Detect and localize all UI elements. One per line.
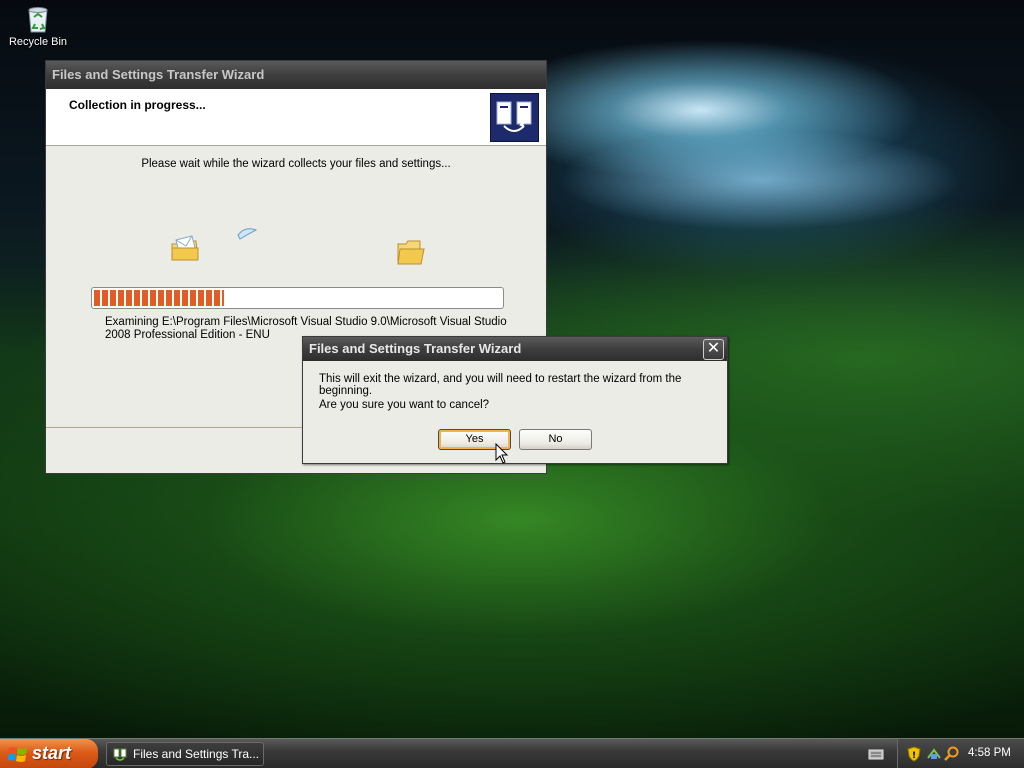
recycle-bin-icon [22,2,54,34]
wizard-app-icon [113,747,127,761]
windows-flag-icon [7,745,28,763]
taskbar: start Files and Settings Tra... ! 4:58 P… [0,738,1024,768]
start-label: start [32,743,72,763]
wizard-heading: Collection in progress... [69,98,206,112]
network-icon[interactable] [926,746,942,762]
transfer-wizard-logo-icon [490,93,539,142]
cancel-confirm-dialog: Files and Settings Transfer Wizard ✕ Thi… [302,336,728,464]
mouse-pointer-icon [495,442,509,465]
taskbar-item-wizard[interactable]: Files and Settings Tra... [106,742,264,766]
taskbar-clock[interactable]: 4:58 PM [968,747,1011,759]
recycle-bin-label: Recycle Bin [8,36,68,48]
wizard-titlebar[interactable]: Files and Settings Transfer Wizard [46,61,546,89]
close-button[interactable]: ✕ [703,339,724,360]
flying-paper-icon [236,226,258,240]
keyboard-icon[interactable] [868,747,884,761]
recycle-bin-shortcut[interactable]: Recycle Bin [6,2,70,48]
progress-fill [94,290,225,306]
envelope-folder-icon [170,234,200,264]
dialog-question: Are you sure you want to cancel? [319,399,490,411]
destination-folder-icon [396,240,426,266]
search-icon[interactable] [944,746,960,762]
dialog-titlebar[interactable]: Files and Settings Transfer Wizard [303,337,727,361]
collection-progress-bar [91,287,504,309]
wait-message: Please wait while the wizard collects yo… [141,158,451,170]
start-button[interactable]: start [0,739,98,768]
svg-text:!: ! [912,751,916,761]
taskbar-item-label: Files and Settings Tra... [133,747,260,761]
wizard-header: Collection in progress... [46,89,546,146]
system-tray: ! 4:58 PM [897,739,1024,768]
security-shield-icon[interactable]: ! [906,746,922,762]
dialog-message: This will exit the wizard, and you will … [319,373,682,397]
no-button[interactable]: No [519,429,592,450]
